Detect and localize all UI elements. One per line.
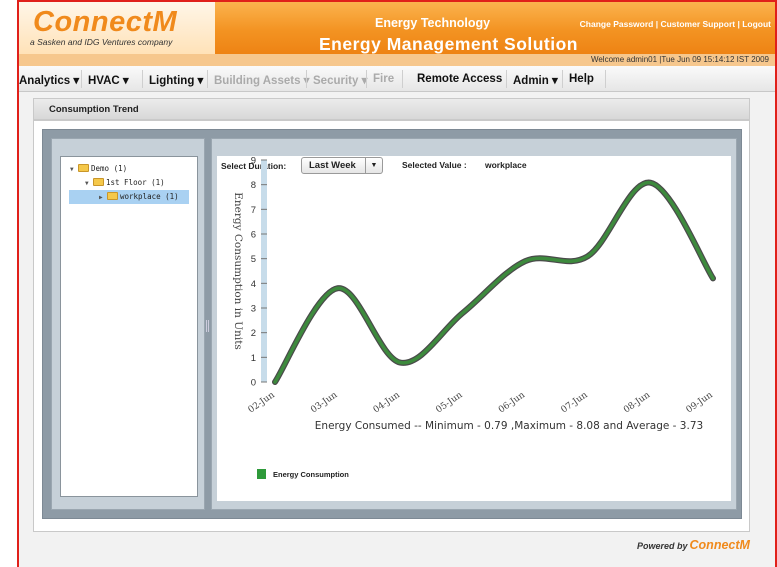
panel-title: Consumption Trend bbox=[49, 104, 139, 115]
x-tick-label: 04-Jun bbox=[372, 390, 402, 415]
x-tick-label: 03-Jun bbox=[309, 390, 339, 415]
tree-node-workplace[interactable]: ▶ workplace (1) bbox=[69, 190, 189, 204]
y-tick-label: 6 bbox=[251, 230, 256, 241]
header: ConnectM a Sasken and IDG Ventures compa… bbox=[19, 2, 775, 54]
tree-node-label: Demo (1) bbox=[91, 164, 128, 173]
nav-divider bbox=[81, 70, 82, 88]
y-tick-label: 4 bbox=[251, 279, 256, 290]
tree-node-demo[interactable]: ▼ Demo (1) bbox=[70, 162, 127, 176]
panel-title-bar: Consumption Trend bbox=[33, 98, 750, 120]
expand-triangle-icon[interactable]: ▼ bbox=[70, 163, 78, 177]
powered-by-brand: ConnectM bbox=[689, 538, 750, 552]
legend-swatch bbox=[257, 469, 266, 479]
legend-label: Energy Consumption bbox=[273, 470, 349, 479]
x-axis-label: Energy Consumed -- Minimum - 0.79 ,Maxim… bbox=[315, 420, 703, 432]
tree-panel: ▼ Demo (1) ▼ 1st Floor (1) ▶ workplace (1) bbox=[51, 138, 205, 510]
nav-lighting[interactable]: Lighting ▾ bbox=[149, 73, 203, 87]
header-title-main: Energy Management Solution bbox=[319, 34, 578, 54]
y-tick-label: 2 bbox=[251, 328, 256, 339]
folder-icon bbox=[93, 178, 104, 186]
expand-triangle-icon[interactable]: ▼ bbox=[85, 177, 93, 191]
welcome-bar: Welcome admin01 |Tue Jun 09 15:14:12 IST… bbox=[19, 54, 775, 66]
collapse-triangle-icon[interactable]: ▶ bbox=[99, 191, 107, 205]
y-tick-label: 3 bbox=[251, 304, 256, 315]
chart-panel: Select Duration: Last Week ▼ Selected Va… bbox=[211, 138, 737, 510]
nav-divider bbox=[306, 70, 307, 88]
y-tick-label: 1 bbox=[251, 353, 256, 364]
x-tick-label: 08-Jun bbox=[622, 390, 652, 415]
nav-divider bbox=[605, 70, 606, 88]
y-tick-label: 0 bbox=[251, 378, 256, 389]
x-tick-label: 06-Jun bbox=[497, 390, 527, 415]
powered-by: Powered by ConnectM bbox=[637, 538, 750, 552]
welcome-text: Welcome admin01 |Tue Jun 09 15:14:12 IST… bbox=[590, 55, 769, 64]
y-tick-label: 9 bbox=[251, 156, 256, 167]
powered-by-text: Powered by bbox=[637, 541, 688, 551]
nav-remote-access[interactable]: Remote Access bbox=[417, 73, 502, 85]
header-links: Change Password | Customer Support | Log… bbox=[579, 19, 771, 29]
x-tick-label: 05-Jun bbox=[434, 390, 464, 415]
logo: ConnectM a Sasken and IDG Ventures compa… bbox=[19, 2, 215, 54]
y-axis-band bbox=[261, 160, 267, 382]
logout-link[interactable]: Logout bbox=[742, 19, 771, 29]
nav-building-assets[interactable]: Building Assets ▾ bbox=[214, 73, 309, 87]
chart-area: Select Duration: Last Week ▼ Selected Va… bbox=[217, 156, 731, 501]
panel-splitter-handle[interactable] bbox=[206, 320, 209, 332]
location-tree: ▼ Demo (1) ▼ 1st Floor (1) ▶ workplace (1) bbox=[60, 156, 198, 497]
nav-divider bbox=[402, 70, 403, 88]
nav-help[interactable]: Help bbox=[569, 73, 594, 85]
content-container: ▼ Demo (1) ▼ 1st Floor (1) ▶ workplace (1) … bbox=[42, 129, 742, 519]
folder-icon bbox=[78, 164, 89, 172]
tree-node-1st-floor[interactable]: ▼ 1st Floor (1) bbox=[85, 176, 165, 190]
change-password-link[interactable]: Change Password bbox=[580, 19, 654, 29]
app-frame: ConnectM a Sasken and IDG Ventures compa… bbox=[17, 0, 777, 567]
x-tick-label: 09-Jun bbox=[685, 390, 715, 415]
y-axis-label: Energy Consumption in Units bbox=[232, 192, 244, 350]
nav-divider bbox=[562, 70, 563, 88]
tree-node-label: 1st Floor (1) bbox=[106, 178, 165, 187]
header-title-small: Energy Technology bbox=[375, 16, 491, 30]
nav-admin[interactable]: Admin ▾ bbox=[513, 73, 558, 87]
logo-text: ConnectM bbox=[33, 6, 178, 38]
y-tick-label: 8 bbox=[251, 180, 256, 191]
series-line bbox=[273, 180, 715, 384]
nav-divider bbox=[142, 70, 143, 88]
x-tick-label: 02-Jun bbox=[247, 390, 277, 415]
nav-security[interactable]: Security ▾ bbox=[313, 73, 367, 87]
tree-node-label: workplace (1) bbox=[120, 192, 179, 201]
main-nav: Analytics ▾ HVAC ▾ Lighting ▾ Building A… bbox=[19, 66, 775, 92]
y-tick-label: 7 bbox=[251, 205, 256, 216]
folder-icon bbox=[107, 192, 118, 200]
nav-hvac[interactable]: HVAC ▾ bbox=[88, 73, 129, 87]
nav-divider bbox=[207, 70, 208, 88]
logo-subtitle: a Sasken and IDG Ventures company bbox=[30, 37, 173, 47]
y-tick-label: 5 bbox=[251, 254, 256, 265]
x-tick-label: 07-Jun bbox=[560, 390, 590, 415]
nav-divider bbox=[506, 70, 507, 88]
nav-analytics[interactable]: Analytics ▾ bbox=[19, 73, 79, 87]
customer-support-link[interactable]: Customer Support bbox=[660, 19, 735, 29]
nav-divider bbox=[366, 70, 367, 88]
consumption-line-chart: 0 1 2 3 4 5 6 7 8 9 Energy Consumption in Units 02-… bbox=[232, 156, 716, 432]
nav-fire[interactable]: Fire bbox=[373, 73, 394, 85]
panel-body: ▼ Demo (1) ▼ 1st Floor (1) ▶ workplace (1) … bbox=[33, 120, 750, 532]
